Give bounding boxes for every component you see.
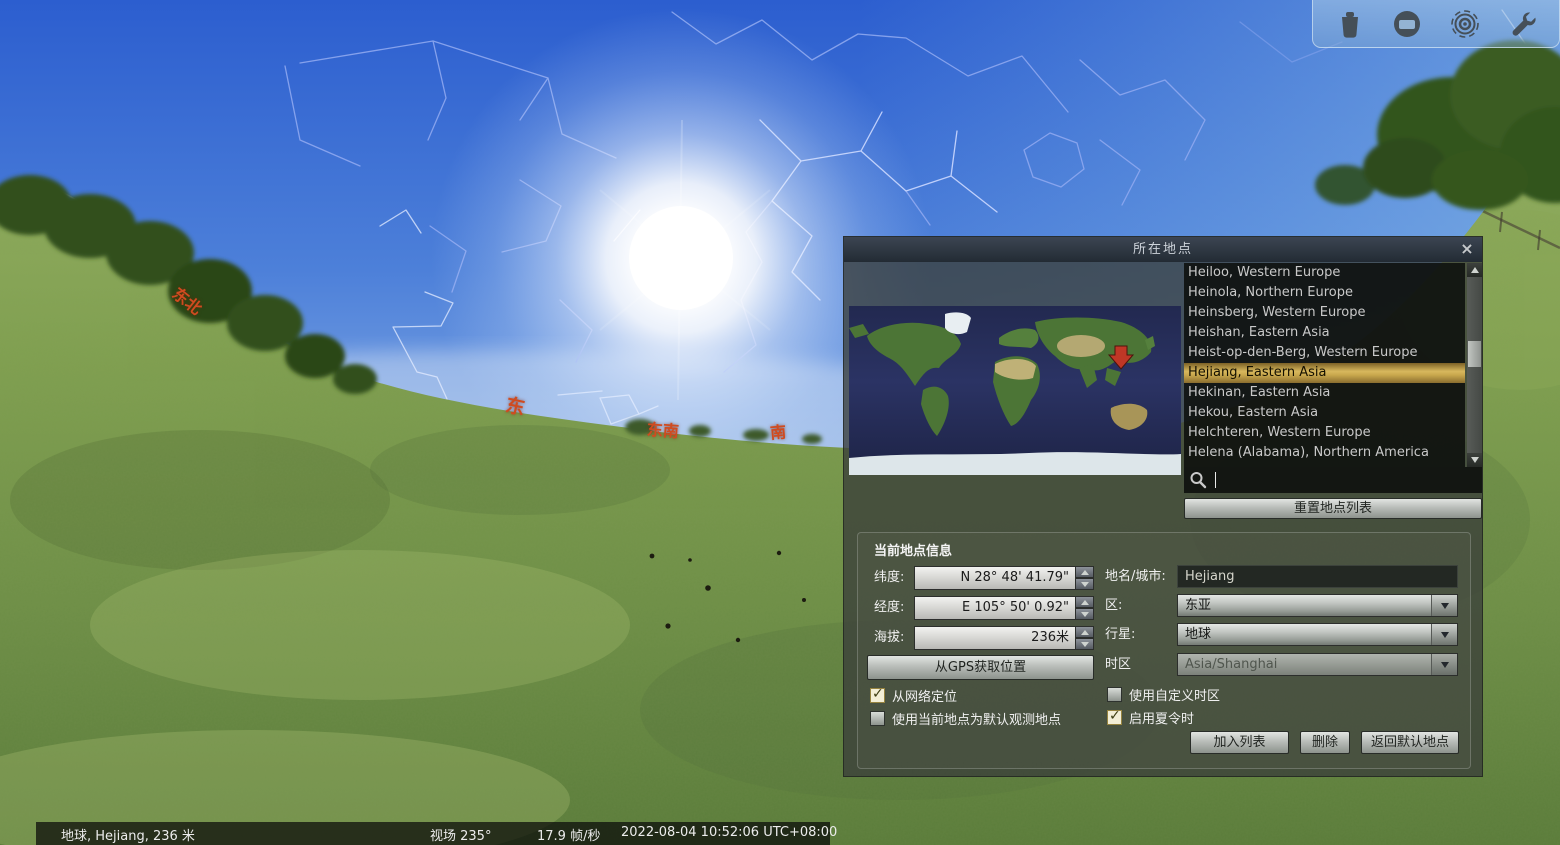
location-list-item[interactable]: Hekinan, Eastern Asia <box>1184 383 1465 403</box>
delete-button[interactable]: 删除 <box>1300 731 1350 754</box>
status-fov: 视场 235° <box>430 825 491 844</box>
location-dialog: 所在地点 × <box>843 236 1483 777</box>
planet-dropdown[interactable]: 地球 <box>1177 623 1458 646</box>
stellarium-window: 东北 东 东南 南 <box>0 0 1560 845</box>
altitude-decrement-button[interactable] <box>1076 638 1094 650</box>
longitude-increment-button[interactable] <box>1076 596 1094 608</box>
triangle-down-icon <box>1081 642 1089 647</box>
city-name-label: 地名/城市: <box>1105 565 1166 589</box>
screen-icon[interactable] <box>1390 7 1424 41</box>
latitude-spinbox: N 28° 48' 41.79" <box>914 566 1094 590</box>
altitude-value[interactable]: 236米 <box>914 626 1076 650</box>
altitude-label: 海拔: <box>874 626 904 650</box>
current-location-groupbox: 当前地点信息 纬度: N 28° 48' 41.79" 经度: E 105° 5… <box>857 532 1471 769</box>
checkbox-label: 使用当前地点为默认观测地点 <box>892 709 1061 728</box>
map-central-asia-desert <box>1057 335 1105 357</box>
chevron-down-icon <box>1431 624 1457 645</box>
text-cursor <box>1215 472 1216 488</box>
checkbox-custom-timezone[interactable]: 使用自定义时区 <box>1107 685 1220 704</box>
location-list-item[interactable]: Heinsberg, Western Europe <box>1184 303 1465 323</box>
location-list-item[interactable]: Heinola, Northern Europe <box>1184 283 1465 303</box>
latitude-increment-button[interactable] <box>1076 566 1094 578</box>
close-icon[interactable]: × <box>1458 239 1476 259</box>
search-icon <box>1189 471 1207 489</box>
location-list-item[interactable]: Heist-op-den-Berg, Western Europe <box>1184 343 1465 363</box>
region-value: 东亚 <box>1178 595 1431 616</box>
checkbox-daylight-saving[interactable]: 启用夏令时 <box>1107 708 1194 727</box>
city-name-input[interactable]: Hejiang <box>1177 565 1458 588</box>
region-dropdown[interactable]: 东亚 <box>1177 594 1458 617</box>
triangle-down-icon <box>1081 582 1089 587</box>
world-map[interactable] <box>849 306 1181 475</box>
status-fps: 17.9 帧/秒 <box>537 825 600 844</box>
longitude-value[interactable]: E 105° 50' 0.92" <box>914 596 1076 620</box>
longitude-spinbox: E 105° 50' 0.92" <box>914 596 1094 620</box>
target-icon[interactable] <box>1448 7 1482 41</box>
longitude-label: 经度: <box>874 596 904 620</box>
location-list: Heiloo, Western EuropeHeinola, Northern … <box>1184 263 1465 467</box>
checkbox-network-locate[interactable]: 从网络定位 <box>870 686 957 705</box>
location-search-input[interactable] <box>1184 467 1482 493</box>
altitude-spinbox: 236米 <box>914 626 1094 650</box>
scrollbar-thumb[interactable] <box>1468 341 1481 367</box>
scroll-down-button[interactable] <box>1467 453 1482 467</box>
latitude-decrement-button[interactable] <box>1076 578 1094 590</box>
get-location-from-gps-button[interactable]: 从GPS获取位置 <box>867 655 1094 680</box>
chevron-down-icon <box>1431 654 1457 675</box>
longitude-decrement-button[interactable] <box>1076 608 1094 620</box>
wrench-icon[interactable] <box>1505 7 1539 41</box>
checkbox-label: 启用夏令时 <box>1129 708 1194 727</box>
corner-toolbar <box>1312 0 1560 48</box>
checkbox-icon <box>1107 710 1122 725</box>
checkbox-icon <box>870 711 885 726</box>
groupbox-title: 当前地点信息 <box>874 540 952 559</box>
checkbox-label: 使用自定义时区 <box>1129 685 1220 704</box>
add-to-list-button[interactable]: 加入列表 <box>1190 731 1289 754</box>
checkbox-icon <box>870 688 885 703</box>
planet-value: 地球 <box>1178 624 1431 645</box>
location-list-item[interactable]: Heishan, Eastern Asia <box>1184 323 1465 343</box>
timezone-label: 时区 <box>1105 653 1131 677</box>
map-antarctica <box>849 452 1181 475</box>
checkbox-icon <box>1107 687 1122 702</box>
altitude-increment-button[interactable] <box>1076 626 1094 638</box>
timezone-value: Asia/Shanghai <box>1178 654 1431 675</box>
status-datetime: 2022-08-04 10:52:06 UTC+08:00 <box>621 825 837 840</box>
list-scrollbar <box>1467 263 1482 467</box>
triangle-down-icon <box>1471 457 1479 463</box>
timezone-dropdown: Asia/Shanghai <box>1177 653 1458 676</box>
dialog-title-bar[interactable]: 所在地点 <box>844 237 1482 262</box>
triangle-down-icon <box>1081 612 1089 617</box>
location-list-item[interactable]: Helchteren, Western Europe <box>1184 423 1465 443</box>
location-list-item[interactable]: Helena (Alabama), Northern America <box>1184 443 1465 463</box>
scroll-up-button[interactable] <box>1467 263 1482 277</box>
reset-location-list-button[interactable]: 重置地点列表 <box>1184 498 1482 519</box>
trash-icon[interactable] <box>1333 7 1367 41</box>
map-greenland <box>945 312 971 334</box>
triangle-up-icon <box>1081 570 1089 575</box>
latitude-value[interactable]: N 28° 48' 41.79" <box>914 566 1076 590</box>
checkbox-label: 从网络定位 <box>892 686 957 705</box>
checkbox-use-as-default[interactable]: 使用当前地点为默认观测地点 <box>870 709 1061 728</box>
return-to-default-button[interactable]: 返回默认地点 <box>1361 731 1459 754</box>
triangle-up-icon <box>1081 630 1089 635</box>
triangle-up-icon <box>1471 267 1479 273</box>
location-list-item[interactable]: Hekou, Eastern Asia <box>1184 403 1465 423</box>
latitude-label: 纬度: <box>874 566 904 590</box>
location-list-item[interactable]: Heiloo, Western Europe <box>1184 263 1465 283</box>
status-location: 地球, Hejiang, 236 米 <box>61 825 195 844</box>
triangle-up-icon <box>1081 600 1089 605</box>
region-label: 区: <box>1105 594 1122 618</box>
status-bar: 地球, Hejiang, 236 米 视场 235° 17.9 帧/秒 2022… <box>36 822 830 845</box>
location-list-item[interactable]: Hejiang, Eastern Asia <box>1184 363 1465 383</box>
chevron-down-icon <box>1431 595 1457 616</box>
planet-label: 行星: <box>1105 623 1135 647</box>
